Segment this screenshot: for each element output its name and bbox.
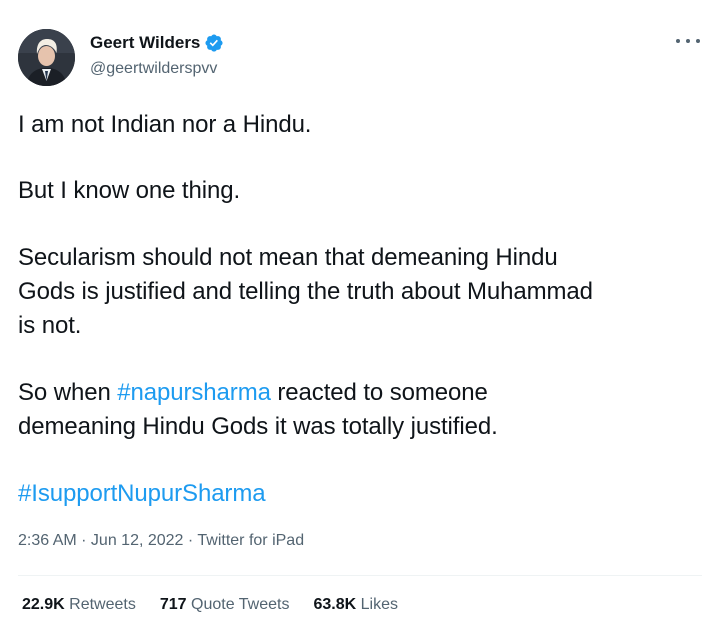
separator: · [183, 532, 198, 549]
author-handle[interactable]: @geertwilderspvv [90, 60, 217, 78]
retweets-stat[interactable]: 22.9K Retweets [22, 596, 136, 614]
tweet-text: So when [18, 379, 118, 406]
profile-photo [18, 29, 75, 86]
divider [18, 575, 702, 576]
retweets-label: Retweets [69, 596, 136, 613]
quote-tweets-count: 717 [159, 596, 187, 613]
tweet-text-line: is not. [18, 312, 82, 339]
quote-tweets-stat[interactable]: 717 Quote Tweets [160, 596, 290, 614]
tweet-text-line: #IsupportNupurSharma [18, 477, 698, 511]
tweet-text-line: Gods is justified and telling the truth … [18, 278, 593, 305]
tweet-text-line: I am not Indian nor a Hindu. [18, 111, 312, 138]
tweet-text-line: So when #napursharma reacted to someone [18, 376, 698, 410]
tweet-text-paragraph: So when #napursharma reacted to someone … [18, 376, 698, 444]
hashtag-link[interactable]: #IsupportNupurSharma [18, 480, 266, 507]
tweet-date[interactable]: Jun 12, 2022 [91, 532, 184, 549]
tweet-stats: 22.9K Retweets 717 Quote Tweets 63.8K Li… [22, 596, 398, 614]
retweets-count: 22.9K [22, 596, 65, 613]
tweet-text: reacted to someone [270, 379, 488, 406]
tweet-time[interactable]: 2:36 AM [18, 532, 77, 549]
likes-label: Likes [360, 596, 398, 613]
likes-stat[interactable]: 63.8K Likes [313, 596, 398, 614]
tweet-text-line: But I know one thing. [18, 177, 241, 204]
avatar[interactable] [18, 29, 75, 86]
quote-tweets-label: Quote Tweets [191, 596, 290, 613]
more-options-icon[interactable] [676, 34, 700, 48]
author-name[interactable]: Geert Wilders [90, 33, 200, 53]
tweet-metadata: 2:36 AM · Jun 12, 2022 · Twitter for iPa… [18, 532, 304, 550]
hashtag-link[interactable]: #napursharma [117, 379, 271, 406]
likes-count: 63.8K [313, 596, 357, 613]
tweet-card: Geert Wilders @geertwilderspvv I am not … [0, 0, 720, 633]
tweet-text-paragraph: Secularism should not mean that demeanin… [18, 241, 698, 343]
separator: · [76, 532, 91, 549]
tweet-source[interactable]: Twitter for iPad [197, 532, 304, 549]
verified-badge-icon [204, 33, 224, 53]
tweet-text-line: Secularism should not mean that demeanin… [18, 244, 558, 271]
tweet-text-line: demeaning Hindu Gods it was totally just… [18, 413, 498, 440]
